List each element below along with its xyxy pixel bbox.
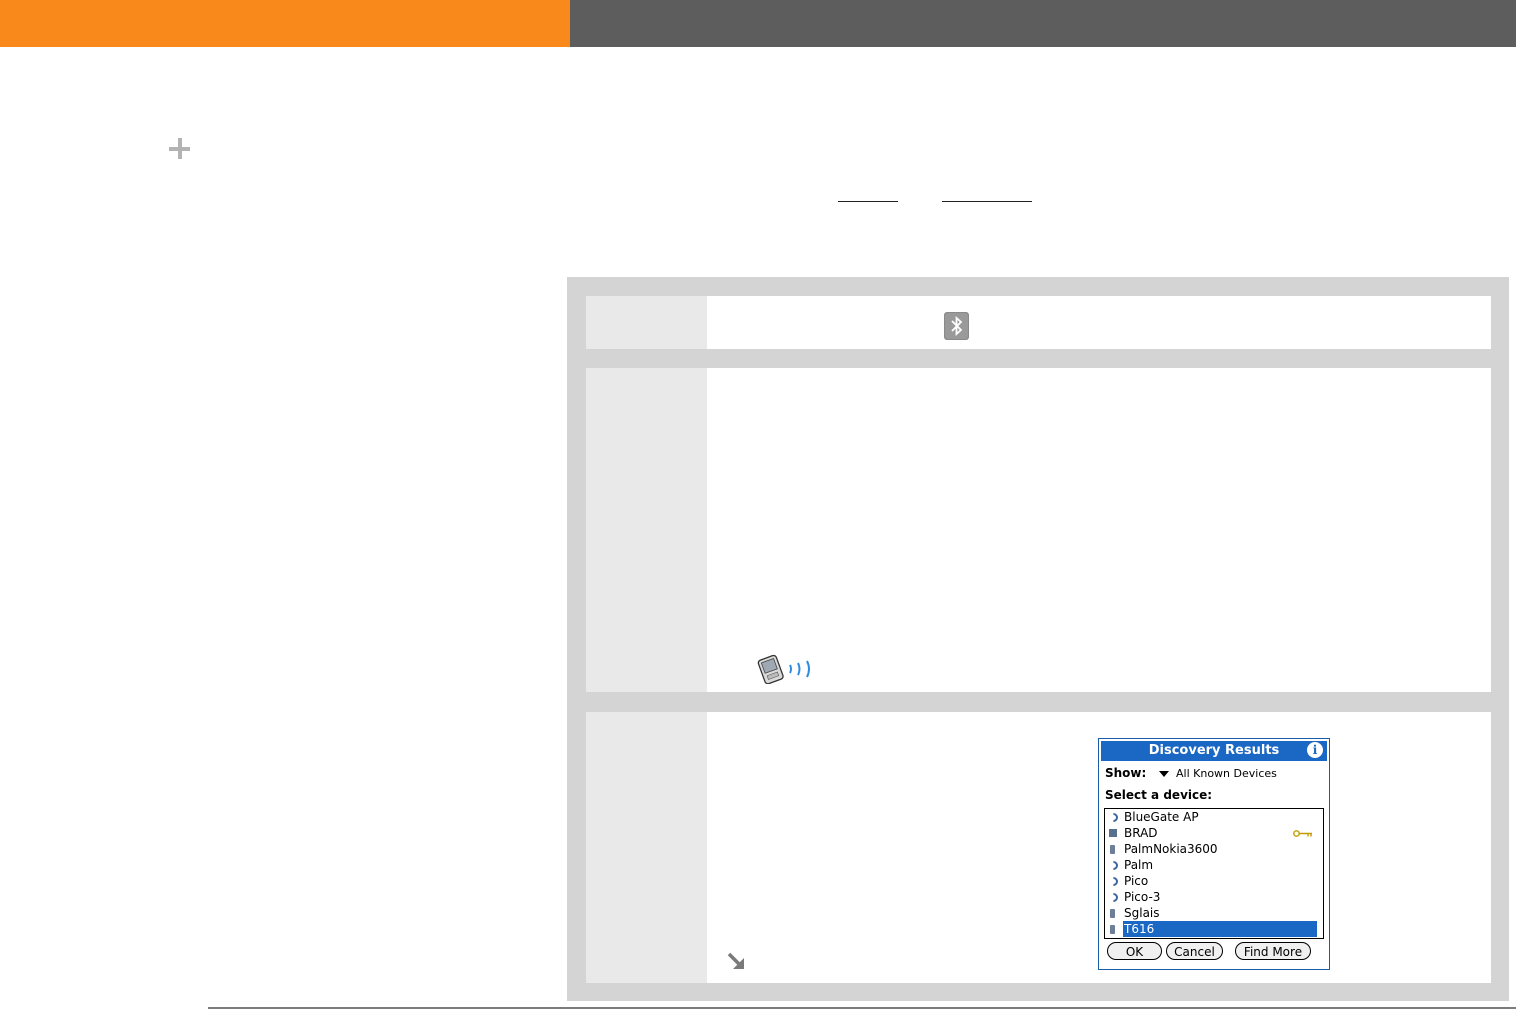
bluetooth-access-point-icon [1107, 875, 1120, 888]
info-icon[interactable]: i [1307, 742, 1323, 758]
discovery-results-dialog: Discovery Results i Show: All Known Devi… [1098, 738, 1330, 970]
list-item[interactable]: PalmNokia3600 [1105, 841, 1323, 857]
continue-arrow-icon[interactable] [726, 951, 748, 973]
list-item-selected[interactable]: T616 [1105, 921, 1323, 937]
step-number-cell [586, 296, 707, 349]
phone-icon [1110, 925, 1115, 934]
list-item[interactable]: BlueGate AP [1105, 809, 1323, 825]
footer-rule [208, 1007, 1516, 1009]
bluetooth-access-point-icon [1107, 859, 1120, 872]
show-label: Show: [1105, 766, 1147, 780]
device-name: T616 [1123, 921, 1317, 937]
device-name: Sglais [1124, 906, 1160, 920]
phone-icon [1110, 909, 1115, 918]
find-more-button[interactable]: Find More [1235, 942, 1311, 960]
link-underline[interactable] [838, 201, 898, 202]
device-name: Pico-3 [1124, 890, 1161, 904]
device-name: BlueGate AP [1124, 810, 1199, 824]
link-underline[interactable] [942, 201, 1032, 202]
dialog-title: Discovery Results [1101, 741, 1327, 761]
step-body [707, 368, 1491, 692]
cancel-button[interactable]: Cancel [1166, 942, 1223, 960]
step-2 [586, 368, 1491, 692]
select-device-label: Select a device: [1105, 788, 1213, 802]
step-number-cell [586, 712, 707, 983]
header-bar-accent [0, 0, 570, 47]
bluetooth-access-point-icon [1107, 811, 1120, 824]
computer-icon [1109, 829, 1117, 837]
device-list[interactable]: BlueGate AP BRAD PalmNokia3600 Palm Pico… [1104, 808, 1324, 939]
dropdown-caret-icon[interactable] [1159, 771, 1169, 777]
step-3 [586, 712, 1491, 983]
bluetooth-icon [944, 312, 969, 340]
device-name: Pico [1124, 874, 1149, 888]
beam-icon [757, 654, 810, 684]
phone-icon [1110, 845, 1115, 854]
list-item[interactable]: BRAD [1105, 825, 1323, 841]
header-bar [570, 0, 1516, 47]
key-icon [1293, 830, 1312, 837]
list-item[interactable]: Pico [1105, 873, 1323, 889]
step-body [707, 296, 1491, 349]
device-name: BRAD [1124, 826, 1158, 840]
bluetooth-access-point-icon [1107, 891, 1120, 904]
ok-button[interactable]: OK [1107, 942, 1162, 960]
plus-icon[interactable] [168, 137, 192, 161]
list-item[interactable]: Sglais [1105, 905, 1323, 921]
show-filter-select[interactable]: All Known Devices [1176, 767, 1277, 780]
step-1 [586, 296, 1491, 349]
list-item[interactable]: Palm [1105, 857, 1323, 873]
device-name: Palm [1124, 858, 1154, 872]
device-name: PalmNokia3600 [1124, 842, 1218, 856]
list-item[interactable]: Pico-3 [1105, 889, 1323, 905]
step-number-cell [586, 368, 707, 692]
